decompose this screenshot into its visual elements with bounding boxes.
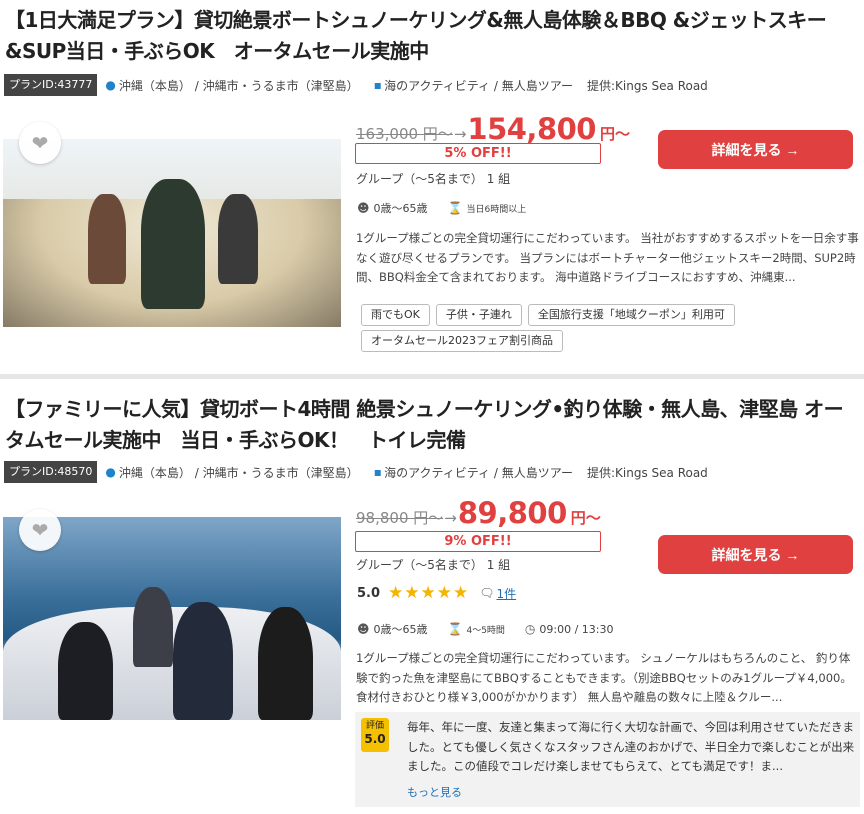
price-block: 163,000 円〜 → 154,800 円〜 (356, 112, 630, 146)
tag-list: 雨でもOK 子供・子連れ 全国旅行支援「地域クーポン」利用可 オータムセール20… (361, 304, 781, 356)
age-range: 0歳〜65歳 (373, 202, 428, 215)
tag-item[interactable]: 全国旅行支援「地域クーポン」利用可 (527, 304, 735, 326)
duration: 当日6時間以上 (466, 204, 527, 215)
price-unit: 円〜 (599, 125, 630, 143)
tag-icon: ◆ (369, 77, 385, 93)
original-price: 98,800 円〜 (356, 509, 444, 527)
review-score: 5.0 (364, 732, 386, 746)
tag-item[interactable]: 子供・子連れ (435, 304, 522, 326)
photo-person (133, 587, 173, 667)
photo-person (218, 194, 258, 284)
plan-meta: プランID:48570 ● 沖縄（本島） / 沖縄市・うるま市（津堅島） ◆ 海… (4, 461, 708, 483)
clock-icon: ◷ (524, 622, 536, 636)
plan-description: 1グループ様ごとの完全貸切運行にこだわっています。 当社がおすすめするスポットを… (356, 231, 859, 284)
tag-item[interactable]: 雨でもOK (361, 304, 430, 326)
hourglass-icon: ⌛ (447, 201, 463, 215)
plan-title[interactable]: 【ファミリーに人気】貸切ボート4時間 絶景シュノーケリング•釣り体験・無人島、津… (5, 394, 860, 456)
location-pin-icon: ● (105, 78, 116, 92)
section-divider (0, 374, 864, 379)
time-spec: ◷ 09:00 / 13:30 (525, 622, 614, 636)
review-badge: 評価 5.0 (361, 718, 389, 752)
plan-provider: 提供:Kings Sea Road (586, 78, 708, 93)
discount-badge: 5% OFF!! (355, 143, 601, 164)
plan-location[interactable]: 沖縄（本島） / 沖縄市・うるま市（津堅島） (119, 464, 359, 481)
photo-person (173, 602, 233, 720)
plan-photo[interactable] (3, 517, 341, 720)
photo-person (88, 194, 126, 284)
plan-title[interactable]: 【1日大満足プラン】貸切絶景ボートシュノーケリング&無人島体験＆BBQ &ジェッ… (5, 5, 860, 67)
photo-person (141, 179, 205, 309)
plan-card: 【1日大満足プラン】貸切絶景ボートシュノーケリング&無人島体験＆BBQ &ジェッ… (0, 0, 864, 372)
sale-price: 154,800 (467, 112, 596, 146)
review-box: 評価 5.0 毎年、年に一度、友達と集まって海に行く大切な計画で、今回は利用させ… (355, 712, 860, 807)
location-pin-icon: ● (105, 465, 116, 479)
comment-icon: 🗨 (479, 586, 495, 600)
duration-spec: ⌛ 当日6時間以上 (448, 201, 527, 215)
favorite-heart-icon[interactable]: ❤ (19, 509, 61, 551)
plan-meta: プランID:43777 ● 沖縄（本島） / 沖縄市・うるま市（津堅島） ◆ 海… (4, 74, 708, 96)
plan-specs: ☻ 0歳〜65歳 ⌛ 当日6時間以上 (357, 200, 546, 216)
photo-person (258, 607, 313, 720)
read-more-link[interactable]: もっと見る (407, 784, 462, 800)
age-spec: ☻ 0歳〜65歳 (357, 200, 428, 216)
plan-specs: ☻ 0歳〜65歳 ⌛ 4〜5時間 ◷ 09:00 / 13:30 (357, 621, 634, 637)
review-text: 毎年、年に一度、友達と集まって海に行く大切な計画で、今回は利用させていただきまし… (407, 720, 855, 773)
sale-price: 89,800 (457, 496, 567, 530)
review-label: 評価 (365, 721, 384, 731)
view-details-button[interactable]: 詳細を見る → (658, 130, 853, 169)
rating-score: 5.0 (357, 585, 381, 601)
original-price: 163,000 円〜 (356, 125, 453, 143)
price-arrow-icon: → (444, 509, 457, 527)
rating-row: 5.0 ★★★★★ 🗨 1件 (357, 583, 516, 603)
tag-item[interactable]: オータムセール2023フェア割引商品 (361, 330, 563, 352)
plan-category[interactable]: 海のアクティビティ / 無人島ツアー (384, 77, 573, 94)
review-count-link[interactable]: 1件 (496, 585, 516, 602)
plan-description: 1グループ様ごとの完全貸切運行にこだわっています。 シュノーケルはもちろんのこと… (356, 651, 852, 704)
person-icon: ☻ (357, 622, 370, 636)
age-spec: ☻ 0歳〜65歳 (357, 621, 428, 637)
plan-photo[interactable] (3, 139, 341, 327)
price-unit: 円〜 (570, 509, 601, 527)
duration: 4〜5時間 (466, 625, 505, 636)
age-range: 0歳〜65歳 (373, 623, 428, 636)
duration-spec: ⌛ 4〜5時間 (448, 622, 505, 636)
plan-location[interactable]: 沖縄（本島） / 沖縄市・うるま市（津堅島） (119, 77, 359, 94)
tag-icon: ◆ (369, 464, 385, 480)
group-size: グループ（〜5名まで） 1 組 (356, 558, 511, 572)
group-size: グループ（〜5名まで） 1 組 (356, 172, 511, 186)
plan-category[interactable]: 海のアクティビティ / 無人島ツアー (384, 464, 573, 481)
person-icon: ☻ (357, 201, 370, 215)
hourglass-icon: ⌛ (447, 622, 463, 636)
view-details-button[interactable]: 詳細を見る → (658, 535, 853, 574)
favorite-heart-icon[interactable]: ❤ (19, 122, 61, 164)
star-rating-icon: ★★★★★ (388, 583, 470, 603)
plan-id-badge: プランID:43777 (4, 74, 98, 96)
plan-provider: 提供:Kings Sea Road (586, 465, 708, 480)
start-times: 09:00 / 13:30 (539, 622, 614, 636)
discount-badge: 9% OFF!! (355, 531, 601, 552)
price-arrow-icon: → (453, 125, 467, 143)
photo-person (58, 622, 113, 720)
plan-card: 【ファミリーに人気】貸切ボート4時間 絶景シュノーケリング•釣り体験・無人島、津… (0, 388, 864, 814)
price-block: 98,800 円〜 → 89,800 円〜 (356, 496, 601, 530)
plan-id-badge: プランID:48570 (4, 461, 98, 483)
